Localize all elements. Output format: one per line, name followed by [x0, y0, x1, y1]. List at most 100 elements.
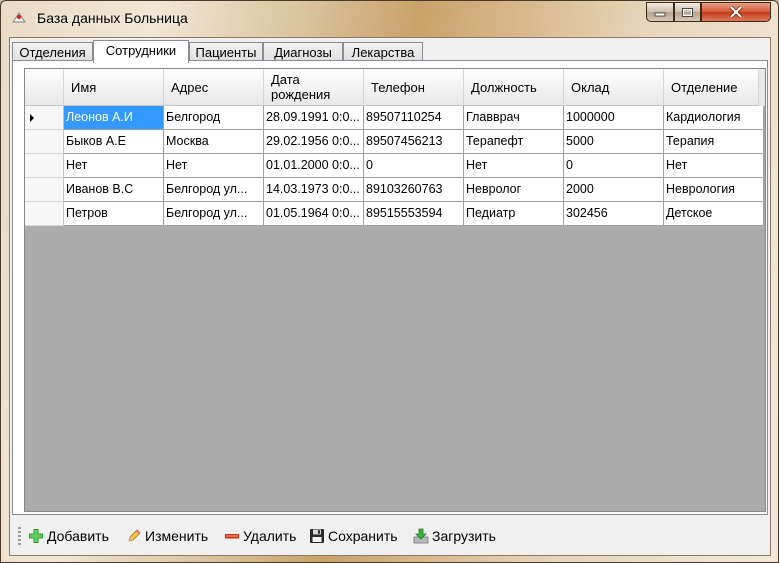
column-header-label: Отделение [671, 79, 738, 95]
tab-label: Диагнозы [274, 45, 332, 60]
table-cell[interactable]: Нет [164, 154, 264, 178]
pencil-icon [128, 529, 141, 542]
app-window: База данных Больница Отделения Сотрудник… [0, 0, 779, 563]
table-cell[interactable]: Педиатр [464, 202, 564, 226]
table-cell[interactable]: 89507456213 [364, 130, 464, 154]
column-header-birthdate[interactable]: Дата рождения [264, 69, 364, 106]
tab-label: Пациенты [195, 45, 257, 60]
client-area: Отделения Сотрудники Пациенты Диагнозы Л… [9, 37, 771, 556]
table-cell[interactable]: Главврач [464, 106, 564, 130]
table-cell[interactable]: Быков А.Е [64, 130, 164, 154]
table-cell[interactable]: 5000 [564, 130, 664, 154]
column-header-label: Должность [471, 79, 537, 95]
tab-patients[interactable]: Пациенты [189, 42, 263, 61]
title-bar[interactable]: База данных Больница [1, 1, 778, 37]
bottom-toolbar: Добавить Изменить Удалить Сохранить Загр… [12, 518, 768, 552]
table-cell[interactable]: Кардиология [664, 106, 764, 130]
table-cell[interactable]: Белгород [164, 106, 264, 130]
minimize-button[interactable] [646, 2, 674, 22]
table-cell[interactable]: 89103260763 [364, 178, 464, 202]
column-header-label: Телефон [371, 79, 425, 95]
table-row[interactable]: Петров Белгород ул... 01.05.1964 0:0... … [25, 202, 765, 226]
column-header-label: Адрес [171, 79, 209, 95]
tab-departments[interactable]: Отделения [12, 42, 93, 61]
tab-diagnoses[interactable]: Диагнозы [263, 42, 343, 61]
grid-corner-header[interactable] [25, 69, 64, 106]
minimize-icon [654, 12, 666, 17]
table-cell[interactable]: Москва [164, 130, 264, 154]
column-header-name[interactable]: Имя [64, 69, 164, 106]
table-cell[interactable]: 2000 [564, 178, 664, 202]
column-header-position[interactable]: Должность [464, 69, 564, 106]
row-header[interactable] [25, 106, 64, 130]
column-header-address[interactable]: Адрес [164, 69, 264, 106]
employees-grid[interactable]: Имя Адрес Дата рождения Телефон Должност… [24, 68, 766, 512]
table-cell[interactable]: Неврология [664, 178, 764, 202]
download-icon [413, 528, 429, 544]
maximize-icon [682, 7, 693, 17]
row-header[interactable] [25, 130, 64, 154]
table-cell[interactable]: Нет [64, 154, 164, 178]
maximize-button[interactable] [674, 2, 701, 22]
column-header-phone[interactable]: Телефон [364, 69, 464, 106]
table-cell[interactable]: 89507110254 [364, 106, 464, 130]
tab-label: Отделения [19, 45, 86, 60]
tab-medicines[interactable]: Лекарства [343, 42, 423, 61]
add-button-label: Добавить [47, 528, 109, 544]
plus-icon [29, 529, 43, 543]
hospital-icon [12, 12, 26, 23]
edit-button[interactable]: Изменить [126, 526, 208, 546]
tab-label: Лекарства [351, 45, 415, 60]
employees-tab-page: Имя Адрес Дата рождения Телефон Должност… [12, 60, 768, 515]
table-cell[interactable]: 29.02.1956 0:0... [264, 130, 364, 154]
row-header[interactable] [25, 178, 64, 202]
grid-header: Имя Адрес Дата рождения Телефон Должност… [25, 69, 765, 106]
floppy-disk-icon [310, 529, 324, 543]
add-button[interactable]: Добавить [28, 526, 109, 546]
save-button-label: Сохранить [328, 528, 398, 544]
table-cell[interactable]: Леонов А.И [64, 106, 164, 130]
table-cell[interactable]: 28.09.1991 0:0... [264, 106, 364, 130]
table-cell[interactable]: Терапия [664, 130, 764, 154]
table-row[interactable]: Быков А.Е Москва 29.02.1956 0:0... 89507… [25, 130, 765, 154]
row-pointer-icon [30, 114, 34, 122]
table-cell[interactable]: 0 [564, 154, 664, 178]
table-cell[interactable]: Невролог [464, 178, 564, 202]
close-button[interactable] [701, 2, 771, 22]
row-header[interactable] [25, 202, 64, 226]
table-cell[interactable]: 89515553594 [364, 202, 464, 226]
table-cell[interactable]: Нет [464, 154, 564, 178]
table-cell[interactable]: 0 [364, 154, 464, 178]
table-row[interactable]: Нет Нет 01.01.2000 0:0... 0 Нет 0 Нет [25, 154, 765, 178]
table-cell[interactable]: Нет [664, 154, 764, 178]
table-cell[interactable]: Детское [664, 202, 764, 226]
table-cell[interactable]: 1000000 [564, 106, 664, 130]
table-cell[interactable]: Белгород ул... [164, 202, 264, 226]
table-row[interactable]: Леонов А.И Белгород 28.09.1991 0:0... 89… [25, 106, 765, 130]
save-button[interactable]: Сохранить [309, 526, 398, 546]
window-title: База данных Больница [37, 10, 188, 26]
column-header-label: Дата рождения [271, 72, 331, 102]
table-cell[interactable]: 14.03.1973 0:0... [264, 178, 364, 202]
tab-label: Сотрудники [105, 43, 177, 58]
table-cell[interactable]: Петров [64, 202, 164, 226]
close-icon [729, 6, 743, 18]
load-button[interactable]: Загрузить [413, 526, 496, 546]
table-cell[interactable]: Белгород ул... [164, 178, 264, 202]
table-cell[interactable]: Иванов В.С [64, 178, 164, 202]
toolbar-grip[interactable] [18, 527, 21, 545]
column-header-salary[interactable]: Оклад [564, 69, 664, 106]
row-header[interactable] [25, 154, 64, 178]
load-button-label: Загрузить [432, 528, 496, 544]
delete-button-label: Удалить [243, 528, 297, 544]
table-cell[interactable]: Терапефт [464, 130, 564, 154]
table-row[interactable]: Иванов В.С Белгород ул... 14.03.1973 0:0… [25, 178, 765, 202]
table-cell[interactable]: 01.05.1964 0:0... [264, 202, 364, 226]
column-header-department[interactable]: Отделение [664, 69, 759, 106]
edit-button-label: Изменить [145, 528, 209, 544]
tab-employees[interactable]: Сотрудники [93, 40, 189, 63]
table-cell[interactable]: 01.01.2000 0:0... [264, 154, 364, 178]
column-header-label: Оклад [571, 79, 610, 95]
delete-button[interactable]: Удалить [224, 526, 296, 546]
table-cell[interactable]: 302456 [564, 202, 664, 226]
